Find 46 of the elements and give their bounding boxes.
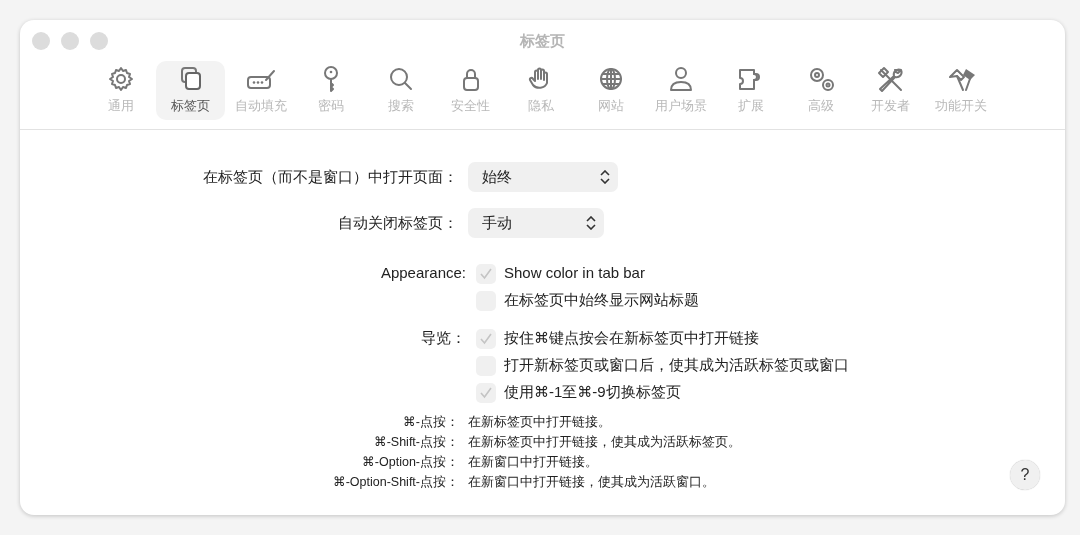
group-label: Appearance: <box>380 264 466 282</box>
toolbar-tab[interactable]: 通用 <box>86 61 155 120</box>
toolbar-tab[interactable]: 密码 <box>296 61 365 120</box>
toolbar-tab[interactable]: 高级 <box>786 61 855 120</box>
shortcut-description: 在新窗口中打开链接。 <box>468 453 598 471</box>
toolbar-tab[interactable]: 自动填充 <box>226 61 295 120</box>
help-button[interactable]: ? <box>1010 460 1040 490</box>
chevron-icon <box>600 170 610 184</box>
checkbox-label: 在标签页中始终显示网站标题 <box>504 290 699 311</box>
check-icon <box>479 266 493 281</box>
setting-label: 自动关闭标签页： <box>337 212 459 233</box>
shortcut-description: 在新标签页中打开链接。 <box>468 413 611 431</box>
dropdown[interactable]: 手动 <box>468 208 604 238</box>
check-icon <box>479 331 493 346</box>
checkbox[interactable] <box>476 328 496 349</box>
checkbox-label: Show color in tab bar <box>504 263 645 284</box>
shortcut-keys: ⌘-Option-Shift-点按： <box>333 474 459 489</box>
toolbar-tab[interactable]: 扩展 <box>716 61 785 120</box>
window-title: 标签页 <box>520 31 565 51</box>
toolbar-tab[interactable]: 隐私 <box>506 61 575 120</box>
checkbox-label: 使用⌘-1至⌘-9切换标签页 <box>504 382 681 403</box>
dropdown[interactable]: 始终 <box>468 162 618 192</box>
checkbox[interactable] <box>476 382 496 403</box>
tools-icon <box>875 65 906 93</box>
check-icon <box>479 385 493 400</box>
checkbox-label: 按住⌘键点按会在新标签页中打开链接 <box>504 328 759 349</box>
toolbar-tab[interactable]: 用户场景 <box>646 61 715 120</box>
chevron-icon <box>586 216 596 230</box>
window-control[interactable] <box>32 32 50 50</box>
toolbar-tab[interactable]: 安全性 <box>436 61 505 120</box>
shortcut-description: 在新窗口中打开链接，使其成为活跃窗口。 <box>468 473 715 491</box>
toolbar-tab[interactable]: 功能开关 <box>926 61 995 120</box>
shortcut-description: 在新标签页中打开链接，使其成为活跃标签页。 <box>468 433 741 451</box>
toolbar-tab[interactable]: 开发者 <box>856 61 925 120</box>
window-control[interactable] <box>61 32 79 50</box>
shortcut-keys: ⌘-Shift-点按： <box>374 434 459 449</box>
shortcut-keys: ⌘-Option-点按： <box>362 454 459 469</box>
toolbar-tab[interactable]: 搜索 <box>366 61 435 120</box>
toolbar-tab[interactable]: 网站 <box>576 61 645 120</box>
toolbar-tab[interactable]: 标签页 <box>156 61 225 120</box>
shortcut-keys: ⌘-点按： <box>403 414 459 429</box>
setting-label: 在标签页（而不是窗口）中打开页面： <box>202 166 459 187</box>
checkbox-label: 打开新标签页或窗口后，使其成为活跃标签页或窗口 <box>504 355 849 376</box>
checkbox[interactable] <box>476 263 496 284</box>
group-label: 导览： <box>421 329 466 347</box>
window-control[interactable] <box>90 32 108 50</box>
